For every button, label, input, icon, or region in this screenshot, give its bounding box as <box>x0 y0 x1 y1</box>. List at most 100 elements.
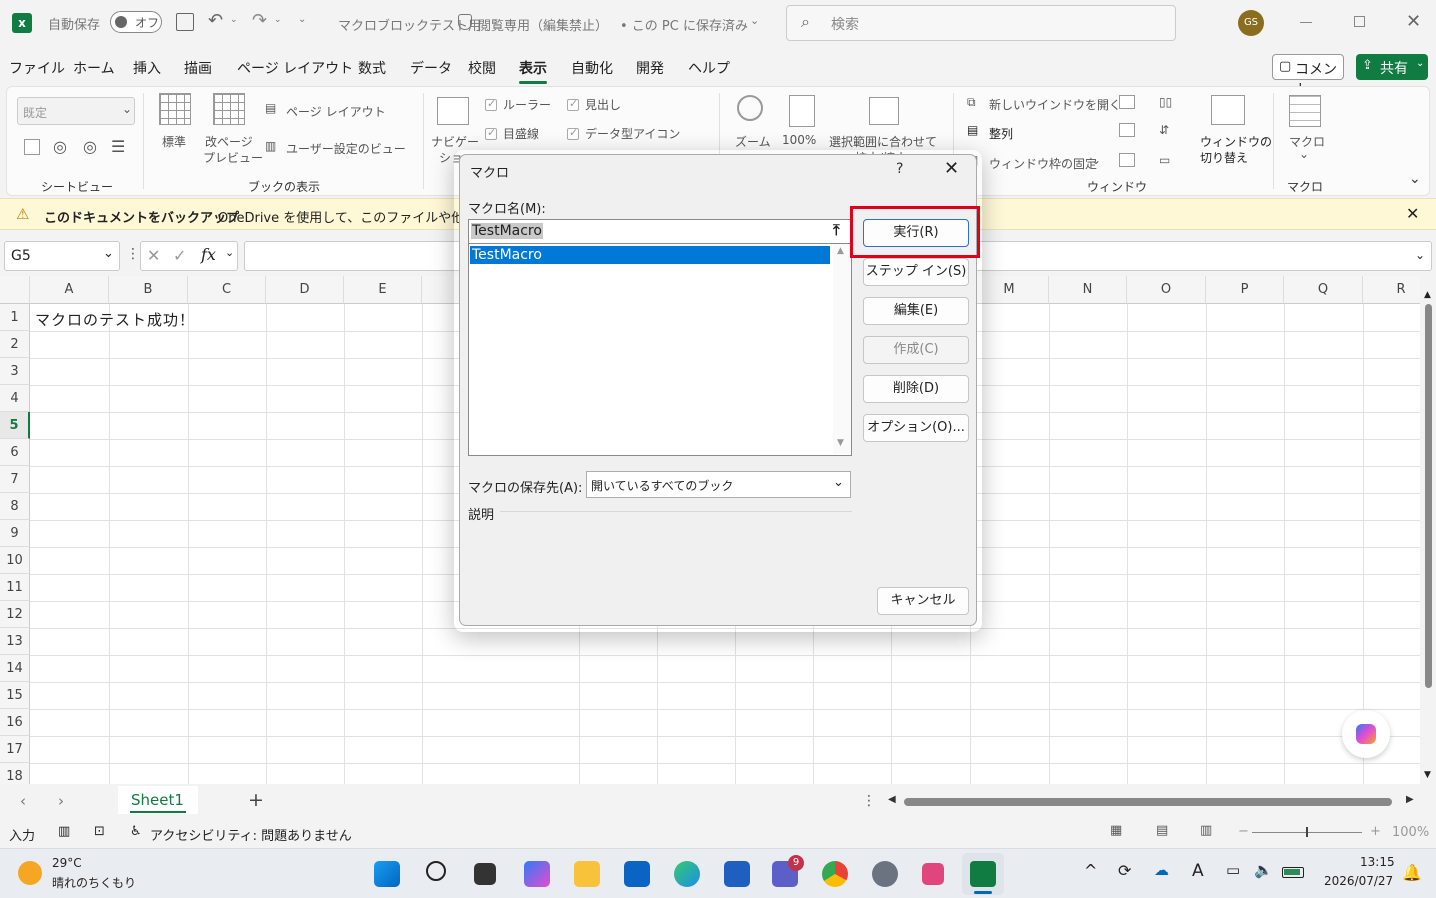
column-header[interactable]: O <box>1127 276 1206 304</box>
scroll-right-icon[interactable]: ▶ <box>1406 794 1414 805</box>
side-by-side-icon[interactable]: ▯▯ <box>1159 95 1172 109</box>
edit-button[interactable]: 編集(E) <box>863 297 969 325</box>
row-header[interactable]: 14 <box>0 655 30 682</box>
comment-button[interactable]: ▢ コメント <box>1272 54 1344 98</box>
menu-formulas[interactable]: 数式 <box>358 58 386 78</box>
zoom-slider-thumb[interactable] <box>1306 827 1308 837</box>
macro-list-item-selected[interactable]: TestMacro <box>470 246 830 264</box>
row-header-selected[interactable]: 5 <box>0 412 30 439</box>
battery-icon[interactable] <box>1282 867 1304 878</box>
step-into-button[interactable]: ステップ イン(S) <box>863 258 969 286</box>
zoom-100-icon[interactable] <box>789 95 815 127</box>
menu-home[interactable]: ホーム <box>73 58 115 78</box>
column-header[interactable]: C <box>188 276 266 304</box>
switch-window-label-2[interactable]: 切り替え <box>1200 149 1248 166</box>
sheetview-select[interactable]: 既定 ⌄ <box>17 97 135 125</box>
scroll-down-icon[interactable]: ▼ <box>1424 770 1431 780</box>
datatype-checkbox[interactable]: データ型アイコン <box>567 125 680 142</box>
search-taskbar-icon[interactable] <box>426 861 446 881</box>
custom-view-label[interactable]: ユーザー設定のビュー <box>286 140 406 157</box>
column-header[interactable]: N <box>1049 276 1127 304</box>
snipping-tool-icon[interactable] <box>922 863 944 885</box>
page-break-icon[interactable] <box>213 93 245 125</box>
zoom-out-icon[interactable]: − <box>1238 824 1249 839</box>
customize-qat-icon[interactable]: ⌄ <box>298 14 306 25</box>
file-explorer-icon[interactable] <box>574 861 600 887</box>
save-icon[interactable] <box>176 13 194 31</box>
keep-view-icon[interactable] <box>24 139 40 155</box>
run-button[interactable]: 実行(R) <box>863 219 969 247</box>
accessibility-icon[interactable]: ♿ <box>130 824 142 839</box>
search-box[interactable]: ⌕ 検索 <box>786 5 1176 41</box>
menu-draw[interactable]: 描画 <box>184 58 212 78</box>
autosave-toggle[interactable]: オフ <box>110 11 162 33</box>
zoom-100-label[interactable]: 100% <box>782 133 816 147</box>
switch-window-label-1[interactable]: ウィンドウの <box>1200 133 1272 150</box>
row-header[interactable]: 13 <box>0 628 30 655</box>
start-icon[interactable] <box>374 861 400 887</box>
accessibility-status[interactable]: アクセシビリティ: 問題ありません <box>150 825 352 844</box>
column-header[interactable]: P <box>1206 276 1284 304</box>
store-icon[interactable] <box>724 861 750 887</box>
weather-temp[interactable]: 29°C <box>52 856 82 870</box>
zoom-selection-icon[interactable] <box>869 97 899 125</box>
row-header[interactable]: 7 <box>0 466 30 493</box>
row-header[interactable]: 9 <box>0 520 30 547</box>
sync-scroll-icon[interactable]: ⇵ <box>1159 123 1169 137</box>
function-dropdown-icon[interactable]: ⌄ <box>225 246 234 259</box>
volume-icon[interactable]: 🔈 <box>1254 861 1273 879</box>
tray-overflow-icon[interactable]: ^ <box>1084 861 1097 880</box>
ruler-checkbox[interactable]: ルーラー <box>485 96 551 113</box>
zoom-slider[interactable] <box>1252 827 1362 837</box>
row-header[interactable]: 15 <box>0 682 30 709</box>
macro-name-input[interactable]: TestMacro ⤒ <box>468 219 852 244</box>
new-view-icon[interactable]: ◎ <box>83 137 97 156</box>
macro-dropdown-icon[interactable]: ⌄ <box>1299 147 1309 161</box>
macro-location-select[interactable]: 開いているすべてのブック ⌄ <box>586 471 851 498</box>
page-break-label-1[interactable]: 改ページ <box>205 133 253 150</box>
custom-view-icon[interactable]: ▥ <box>265 139 276 153</box>
column-header[interactable]: A <box>30 276 109 304</box>
zoom-selection-label-1[interactable]: 選択範囲に合わせて <box>829 133 937 150</box>
hide-icon[interactable] <box>1119 123 1135 137</box>
chrome-icon[interactable] <box>822 861 848 887</box>
menu-page-layout[interactable]: ページ レイアウト <box>237 58 353 78</box>
cell-mode-icon[interactable]: ▥ <box>58 824 70 839</box>
select-all-corner[interactable] <box>0 276 30 304</box>
minimize-icon[interactable] <box>1300 22 1312 23</box>
next-sheet-icon[interactable]: › <box>58 792 64 810</box>
switch-window-icon[interactable] <box>1211 95 1245 125</box>
outlook-icon[interactable] <box>624 861 650 887</box>
close-infobar-icon[interactable]: ✕ <box>1406 204 1419 223</box>
macro-icon[interactable] <box>1289 95 1321 127</box>
column-header[interactable]: D <box>266 276 344 304</box>
delete-button[interactable]: 削除(D) <box>863 375 969 403</box>
vertical-scroll-thumb[interactable] <box>1425 304 1432 688</box>
cell-a1[interactable]: マクロのテスト成功！ <box>35 309 195 330</box>
network-icon[interactable]: ▭ <box>1226 861 1240 879</box>
expand-formula-icon[interactable]: ⌄ <box>1415 248 1425 262</box>
row-header[interactable]: 4 <box>0 385 30 412</box>
clock-time[interactable]: 13:15 <box>1360 855 1395 869</box>
gridlines-checkbox[interactable]: 目盛線 <box>485 125 539 142</box>
ime-icon[interactable]: A <box>1192 861 1204 881</box>
zoom-icon[interactable] <box>737 95 763 121</box>
scroll-up-icon[interactable]: ▲ <box>1424 290 1431 300</box>
avatar[interactable]: GS <box>1238 10 1264 36</box>
reset-position-icon[interactable]: ▭ <box>1159 153 1170 167</box>
freeze-dropdown-icon[interactable]: ⌄ <box>1091 153 1101 167</box>
page-layout-label[interactable]: ページ レイアウト <box>286 103 386 120</box>
arrange-icon[interactable]: ▤ <box>967 123 978 137</box>
normal-view-status-icon[interactable]: ▦ <box>1110 823 1122 838</box>
cancel-button[interactable]: キャンセル <box>877 587 969 615</box>
row-header[interactable]: 3 <box>0 358 30 385</box>
help-button[interactable]: ? <box>896 161 903 177</box>
options-view-icon[interactable]: ☰ <box>111 137 125 156</box>
scroll-left-icon[interactable]: ◀ <box>888 794 896 805</box>
row-header[interactable]: 18 <box>0 763 30 784</box>
prev-sheet-icon[interactable]: ‹ <box>20 792 26 810</box>
macro-name-expand-icon[interactable]: ⤒ <box>833 221 840 239</box>
cancel-entry-icon[interactable]: ✕ <box>147 246 160 265</box>
unhide-icon[interactable] <box>1119 153 1135 167</box>
notification-icon[interactable]: 🔔 <box>1402 863 1422 882</box>
